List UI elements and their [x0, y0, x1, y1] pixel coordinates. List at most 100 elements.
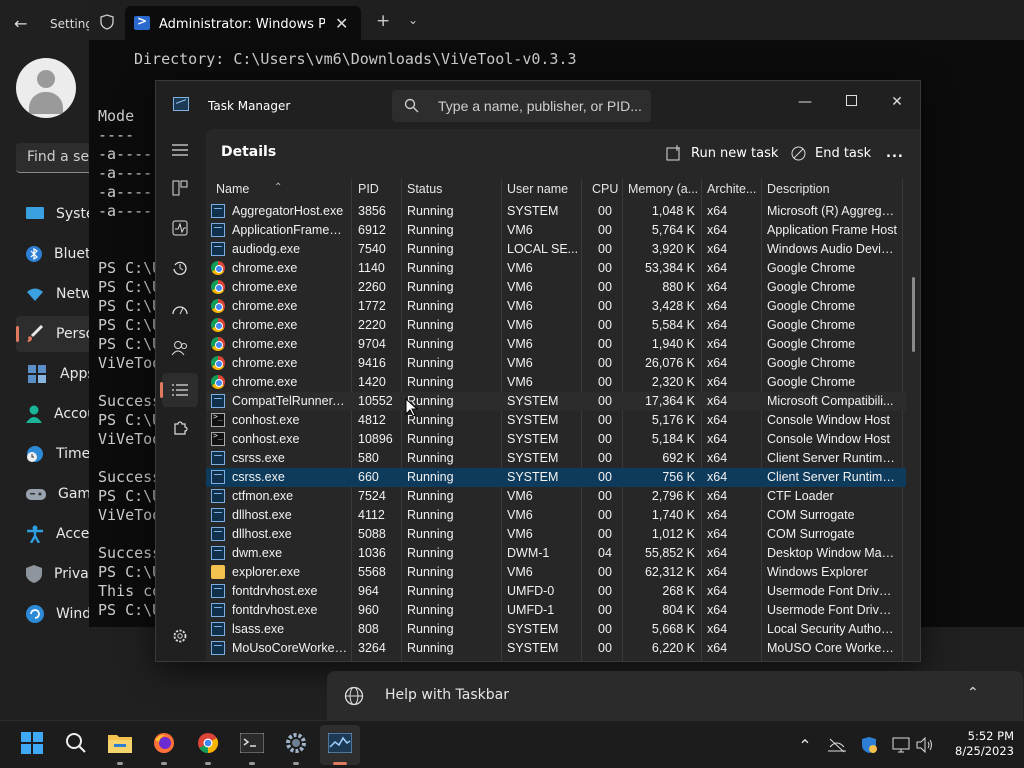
volume-icon[interactable] — [914, 734, 936, 756]
nav-item-accounts[interactable]: Accounts — [16, 396, 118, 432]
end-task-button[interactable]: End task — [791, 137, 871, 169]
cell-status: Running — [407, 565, 454, 579]
new-tab-icon[interactable]: + — [376, 11, 390, 31]
cell-pid: 9416 — [358, 356, 386, 370]
hamburger-menu-button[interactable] — [162, 133, 198, 167]
nav-settings[interactable] — [162, 621, 198, 655]
cell-cpu: 00 — [598, 584, 612, 598]
nav-item-system[interactable]: System — [16, 196, 108, 232]
column-header-pid[interactable]: PID — [358, 182, 379, 196]
table-row[interactable]: dllhost.exe 4112 Running VM6 00 1,740 K x64 COM… — [206, 506, 906, 525]
show-hidden-icons-button[interactable]: ⌃ — [794, 734, 816, 756]
nav-users[interactable] — [162, 333, 198, 367]
table-row[interactable]: chrome.exe 9416 Running VM6 00 26,076 K x64 Goo… — [206, 354, 906, 373]
table-row[interactable]: lsass.exe 808 Running SYSTEM 00 5,668 K x64 Loc… — [206, 620, 906, 639]
security-shield-icon[interactable] — [858, 734, 880, 756]
terminal-button[interactable] — [232, 725, 272, 765]
cell-pid: 1772 — [358, 299, 386, 313]
maximize-button[interactable] — [828, 87, 874, 117]
vertical-scrollbar[interactable] — [912, 277, 915, 352]
table-row[interactable]: audiodg.exe 7540 Running LOCAL SE... 00 3,920… — [206, 240, 906, 259]
nav-services[interactable] — [162, 413, 198, 447]
nav-app-history[interactable] — [162, 253, 198, 287]
table-row[interactable]: conhost.exe 4812 Running SYSTEM 00 5,176 K x64… — [206, 411, 906, 430]
network-disconnected-icon[interactable] — [826, 734, 848, 756]
table-row[interactable]: CompatTelRunner.exe 10552 Running SYSTEM 00 1… — [206, 392, 906, 411]
minimize-button[interactable]: — — [782, 87, 828, 117]
start-button[interactable] — [12, 725, 52, 765]
file-explorer-button[interactable] — [100, 725, 140, 765]
table-row[interactable]: dwm.exe 1036 Running DWM-1 04 55,852 K x64 Desk… — [206, 544, 906, 563]
users-icon — [171, 340, 189, 360]
application-icon — [211, 223, 225, 237]
table-row[interactable]: chrome.exe 2220 Running VM6 00 5,584 K x64 Goog… — [206, 316, 906, 335]
cell-cpu: 00 — [598, 432, 612, 446]
system-clock[interactable]: 5:52 PM 8/25/2023 — [944, 729, 1014, 759]
table-row[interactable]: csrss.exe 660 Running SYSTEM 00 756 K x64 Clien… — [206, 468, 906, 487]
nav-details[interactable] — [160, 373, 198, 407]
cell-cpu: 00 — [598, 318, 612, 332]
settings-button[interactable] — [276, 725, 316, 765]
column-header-name[interactable]: Name — [216, 182, 249, 196]
search-button[interactable] — [56, 725, 96, 765]
terminal-tab[interactable]: Administrator: Windows PowerShell ✕ — [125, 6, 361, 40]
column-header-architecture[interactable]: Archite... — [707, 182, 756, 196]
nav-processes[interactable] — [162, 173, 198, 207]
help-with-taskbar-panel[interactable]: Help with Taskbar ⌃ — [327, 671, 1023, 720]
table-row[interactable]: csrss.exe 580 Running SYSTEM 00 692 K x64 Clien… — [206, 449, 906, 468]
cell-status: Running — [407, 584, 454, 598]
nav-item-time-language[interactable]: Time & language — [16, 436, 175, 472]
column-header-cpu[interactable]: CPU — [592, 182, 618, 196]
firefox-button[interactable] — [144, 725, 184, 765]
task-manager-button[interactable] — [320, 725, 360, 765]
chevron-down-icon[interactable]: ⌄ — [408, 13, 418, 27]
table-row[interactable]: fontdrvhost.exe 964 Running UMFD-0 00 268 K x6… — [206, 582, 906, 601]
back-arrow-icon[interactable]: ← — [14, 14, 27, 33]
table-row[interactable]: AggregatorHost.exe 3856 Running SYSTEM 00 1,0… — [206, 202, 906, 221]
find-setting-input[interactable]: Find a setting — [16, 143, 96, 173]
column-header-username[interactable]: User name — [507, 182, 568, 196]
table-row[interactable]: ApplicationFrameHo... 6912 Running VM6 00 5,7… — [206, 221, 906, 240]
table-row[interactable]: fontdrvhost.exe 960 Running UMFD-1 00 804 K x6… — [206, 601, 906, 620]
table-row[interactable]: chrome.exe 1772 Running VM6 00 3,428 K x64 Goog… — [206, 297, 906, 316]
nav-performance[interactable] — [162, 213, 198, 247]
search-input[interactable] — [438, 96, 643, 116]
cell-status: Running — [407, 432, 454, 446]
nav-startup-apps[interactable] — [162, 293, 198, 327]
table-header: Name ⌃ PID Status User name CPU Memory (… — [206, 179, 906, 661]
table-row[interactable]: MoUsoCoreWorker.e... 3264 Running SYSTEM 00 6… — [206, 639, 906, 658]
nav-item-network[interactable]: Network & internet — [16, 276, 190, 312]
nav-item-apps[interactable]: Apps — [16, 356, 96, 392]
nav-item-privacy[interactable]: Privacy & security — [16, 556, 180, 592]
table-row[interactable]: ctfmon.exe 7524 Running VM6 00 2,796 K x64 CTF … — [206, 487, 906, 506]
table-row[interactable]: chrome.exe 9704 Running VM6 00 1,940 K x64 Goog… — [206, 335, 906, 354]
avatar[interactable] — [16, 58, 76, 118]
nav-item-personalization[interactable]: Personalization — [16, 316, 162, 352]
table-row[interactable]: chrome.exe 1140 Running VM6 00 53,384 K x64 Goo… — [206, 259, 906, 278]
run-new-task-button[interactable]: Run new task — [666, 137, 778, 169]
close-tab-icon[interactable]: ✕ — [335, 14, 348, 33]
nav-item-accessibility[interactable]: Accessibility — [16, 516, 142, 552]
network-wired-icon[interactable] — [890, 734, 912, 756]
search-box[interactable] — [392, 90, 651, 122]
table-row[interactable]: chrome.exe 1420 Running VM6 00 2,320 K x64 Goog… — [206, 373, 906, 392]
table-row[interactable]: explorer.exe 5568 Running VM6 00 62,312 K x64 W… — [206, 563, 906, 582]
table-row[interactable]: conhost.exe 10896 Running SYSTEM 00 5,184 K x6… — [206, 430, 906, 449]
chrome-icon — [197, 732, 219, 758]
chevron-up-icon[interactable]: ⌃ — [967, 685, 979, 701]
cell-arch: x64 — [707, 280, 728, 294]
taskbar: ⌃ — [0, 720, 1024, 768]
more-options-button[interactable]: ... — [886, 137, 904, 169]
nav-item-bluetooth[interactable]: Bluetooth & devices — [16, 236, 195, 272]
column-header-description[interactable]: Description — [767, 182, 830, 196]
column-header-status[interactable]: Status — [407, 182, 442, 196]
close-button[interactable]: ✕ — [874, 87, 920, 117]
cell-pid: 10896 — [358, 432, 393, 446]
nav-item-windows-update[interactable]: Windows Update — [16, 596, 174, 632]
cell-desc: Google Chrome — [767, 261, 856, 275]
column-header-memory[interactable]: Memory (a... — [628, 182, 698, 196]
chrome-button[interactable] — [188, 725, 228, 765]
table-row[interactable]: dllhost.exe 5088 Running VM6 00 1,012 K x64 COM… — [206, 525, 906, 544]
table-row[interactable]: chrome.exe 2260 Running VM6 00 880 K x64 Google… — [206, 278, 906, 297]
nav-item-gaming[interactable]: Gaming — [16, 476, 113, 512]
